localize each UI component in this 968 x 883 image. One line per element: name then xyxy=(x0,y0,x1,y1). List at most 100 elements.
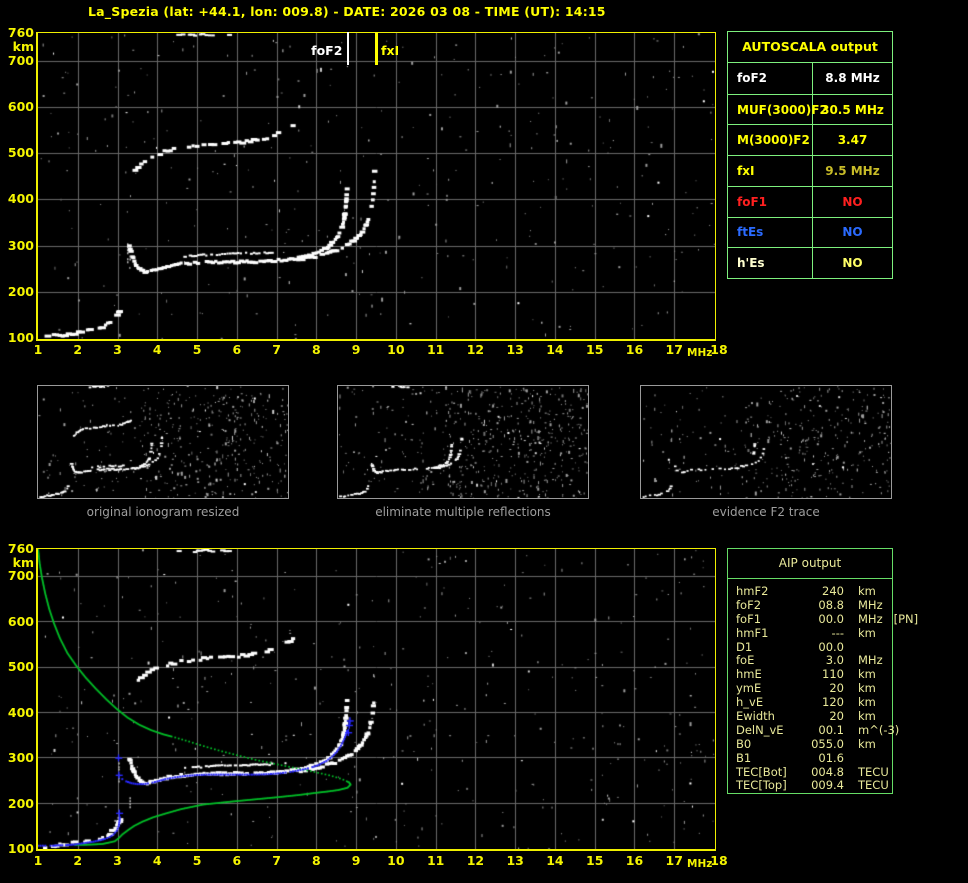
aip-row-label: TEC[Bot] xyxy=(736,764,787,779)
y-tick-label: 700 xyxy=(7,568,34,584)
x-tick-label: 16 xyxy=(625,853,644,868)
aip-row-value: --- xyxy=(831,625,844,640)
aip-row-unit: km xyxy=(844,626,892,641)
x-tick-label: 2 xyxy=(73,853,83,868)
aip-row-value: 00.0 xyxy=(818,611,844,626)
y-tick-label: 760 xyxy=(7,25,34,40)
aip-row-value: 20 xyxy=(829,709,844,724)
thumbnail-evidence-canvas xyxy=(641,386,891,498)
aip-row-label: DelN_vE xyxy=(736,722,784,737)
autoscala-row-value: NO xyxy=(842,194,863,209)
x-axis-unit-label: MHz xyxy=(687,347,713,359)
y-tick-label: 760 xyxy=(7,541,34,556)
x-tick-label: 13 xyxy=(506,342,524,357)
x-tick-label: 8 xyxy=(311,853,321,868)
aip-unit-text: km xyxy=(858,584,876,598)
aip-row-value: 20 xyxy=(829,681,844,696)
x-tick-label: 7 xyxy=(272,342,281,357)
y-tick-label: 200 xyxy=(7,283,34,299)
aip-row-label: foF1 xyxy=(736,611,762,626)
autoscala-row: h'Es NO xyxy=(728,247,892,278)
aip-row-unit: km xyxy=(844,736,892,752)
x-tick-label: 9 xyxy=(351,853,361,868)
x-tick-label: 14 xyxy=(546,853,564,868)
x-tick-label: 5 xyxy=(192,342,202,357)
x-tick-label: 3 xyxy=(113,342,122,357)
autoscala-output-screen: { "header": { "title": "La_Spezia (lat: … xyxy=(0,0,968,883)
aip-unit-text: MHz xyxy=(858,597,883,612)
aip-row-label: Ewidth xyxy=(736,709,775,724)
autoscala-row-value: NO xyxy=(842,225,863,240)
aip-row-label: hmF2 xyxy=(736,584,769,598)
aip-unit-text: m^(-3) xyxy=(858,722,900,737)
thumbnail-original xyxy=(37,385,289,499)
x-tick-label: 13 xyxy=(506,853,524,868)
aip-unit-text: km xyxy=(858,709,876,724)
x-tick-label: 10 xyxy=(387,853,405,868)
aip-unit-text: km xyxy=(858,695,876,710)
aip-row-value: 00.0 xyxy=(818,639,844,654)
autoscala-row-label: h'Es xyxy=(728,248,813,278)
aip-row: foF1 00.0 MHz [PN] xyxy=(736,611,918,627)
x-tick-label: 4 xyxy=(152,853,162,868)
aip-table-body: hmF2 240 km foF2 08.8 MHz foF1 00.0 MHz [PN] hmF1 -… xyxy=(728,579,918,793)
x-tick-label: 2 xyxy=(73,342,83,357)
aip-row-unit: MHz [PN] xyxy=(844,611,919,627)
x-tick-label: 1 xyxy=(33,342,43,357)
autoscala-table: AUTOSCALA output foF2 8.8 MHz MUF(3000)F2 3… xyxy=(727,31,893,279)
x-tick-label: 4 xyxy=(152,342,162,357)
x-tick-label: 15 xyxy=(586,853,604,868)
aip-row-value: 004.8 xyxy=(811,764,844,779)
aip-row: hmF1 --- km xyxy=(736,625,892,641)
aip-row-unit: TECU xyxy=(844,765,892,780)
autoscala-row: MUF(3000)F2 30.5 MHz xyxy=(728,93,892,125)
aip-title: AIP output xyxy=(728,549,892,579)
autoscala-table-body: foF2 8.8 MHz MUF(3000)F2 30.5 MHz M(3000)F2 3… xyxy=(728,63,892,278)
aip-row-value: 00.1 xyxy=(818,722,844,737)
x-tick-label: 7 xyxy=(272,853,281,868)
aip-unit-text: km xyxy=(858,681,876,696)
autoscala-row-value: NO xyxy=(842,256,863,271)
aip-row-unit: km xyxy=(844,695,892,710)
aip-row-value: 08.8 xyxy=(818,597,844,612)
aip-row-unit: km xyxy=(844,584,892,599)
aip-row-label: h_vE xyxy=(736,695,764,710)
aip-row: Ewidth 20 km xyxy=(736,709,892,724)
autoscala-row: foF1 NO xyxy=(728,185,892,217)
autoscala-row-label: foF1 xyxy=(728,186,813,217)
aip-unit-text: MHz xyxy=(858,611,883,626)
aip-row-unit: km xyxy=(844,681,892,696)
aip-row-suffix: [PN] xyxy=(893,611,919,626)
aip-row-label: D1 xyxy=(736,639,753,654)
aip-row-value: 120 xyxy=(822,695,844,710)
aip-row: DelN_vE 00.1 m^(-3) xyxy=(736,722,899,738)
x-tick-label: 6 xyxy=(232,342,242,357)
top-ionogram-canvas xyxy=(38,33,715,339)
autoscala-row-label: ftEs xyxy=(728,217,813,248)
top-ionogram-plot: foF2 fxI xyxy=(36,32,716,341)
thumbnail-original-caption: original ionogram resized xyxy=(86,505,240,519)
aip-row: hmF2 240 km xyxy=(736,584,892,599)
y-tick-label: 200 xyxy=(7,795,34,811)
aip-row-label: TEC[Top] xyxy=(736,778,787,793)
autoscala-row-label: fxI xyxy=(728,156,813,186)
aip-row-label: foE xyxy=(736,653,755,668)
aip-row: D1 00.0 xyxy=(736,639,892,655)
x-tick-label: 11 xyxy=(426,342,445,357)
y-tick-label: 700 xyxy=(7,52,34,68)
aip-row-value: 240 xyxy=(822,584,844,598)
autoscala-row: M(3000)F2 3.47 xyxy=(728,124,892,156)
aip-unit-text: TECU xyxy=(858,778,889,793)
fof2-marker-label: foF2 xyxy=(311,43,343,58)
aip-table: AIP output hmF2 240 km foF2 08.8 MHz foF1 00.0 M… xyxy=(727,548,918,794)
aip-row-unit: km xyxy=(844,709,892,724)
aip-row: B0 055.0 km xyxy=(736,736,892,752)
bottom-ionogram-plot xyxy=(36,548,716,851)
fxi-marker-label: fxI xyxy=(381,43,400,58)
aip-row-unit xyxy=(844,641,892,655)
y-tick-label: 300 xyxy=(7,237,34,253)
autoscala-row-value: 3.47 xyxy=(837,133,868,148)
aip-row-unit: MHz xyxy=(844,654,892,668)
autoscala-row-label: MUF(3000)F2 xyxy=(728,94,828,125)
aip-unit-text: km xyxy=(858,736,876,751)
